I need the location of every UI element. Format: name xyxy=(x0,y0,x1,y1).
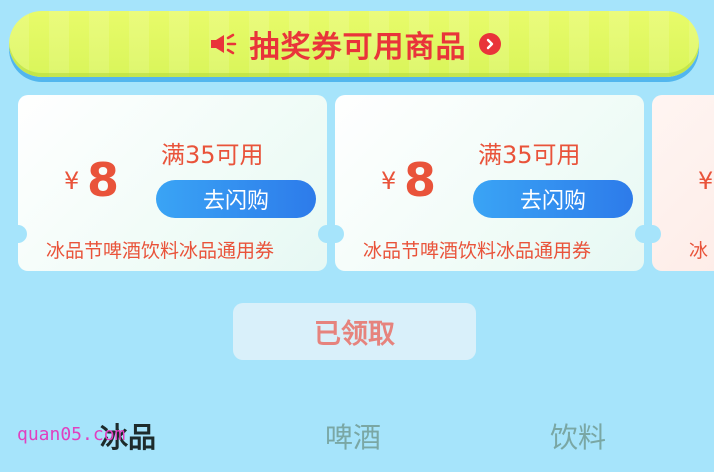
coupon-amount: 8 xyxy=(404,153,437,207)
coupon-condition: 满35可用 xyxy=(478,141,581,169)
coupon-products-banner[interactable]: 抽奖券可用商品 xyxy=(9,11,699,77)
banner-title: 抽奖券可用商品 xyxy=(249,30,467,65)
coupon-notch-left xyxy=(652,225,661,243)
coupon-description: 冰品节啤酒饮料冰品通用券 xyxy=(363,240,592,262)
coupon-card[interactable]: ¥ 8 满35可用 去闪购 冰品节啤酒饮料冰品通用券 xyxy=(335,95,644,271)
coupon-card[interactable]: ¥ 8 满35可用 去闪购 冰品节啤酒饮料冰品通用券 xyxy=(18,95,327,271)
currency-symbol: ¥ xyxy=(381,167,397,195)
currency-symbol: ¥ xyxy=(698,167,714,195)
go-flash-buy-button[interactable]: 去闪购 xyxy=(473,180,633,218)
coupon-description: 冰 xyxy=(689,240,709,262)
currency-symbol: ¥ xyxy=(64,167,80,195)
coupon-amount: 8 xyxy=(87,153,120,207)
watermark-text: quan05.com xyxy=(17,424,126,445)
tab-drinks[interactable]: 饮料 xyxy=(550,420,606,456)
tab-beer[interactable]: 啤酒 xyxy=(325,420,381,456)
coupon-notch-right xyxy=(318,225,327,243)
coupon-notch-right xyxy=(635,225,644,243)
page: 抽奖券可用商品 ¥ 8 满35可用 去闪购 冰品节啤酒饮料冰品通用券 ¥ 8 满… xyxy=(0,0,714,472)
coupon-condition: 满35可用 xyxy=(161,141,264,169)
coupon-notch-left xyxy=(18,225,27,243)
megaphone-icon xyxy=(208,29,238,59)
go-flash-buy-button[interactable]: 去闪购 xyxy=(156,180,316,218)
coupon-description: 冰品节啤酒饮料冰品通用券 xyxy=(46,240,275,262)
coupon-notch-left xyxy=(335,225,344,243)
chevron-right-circle-icon xyxy=(478,33,501,55)
coupon-card-partial[interactable]: ¥ 冰 xyxy=(652,95,714,271)
claimed-button[interactable]: 已领取 xyxy=(233,303,476,360)
